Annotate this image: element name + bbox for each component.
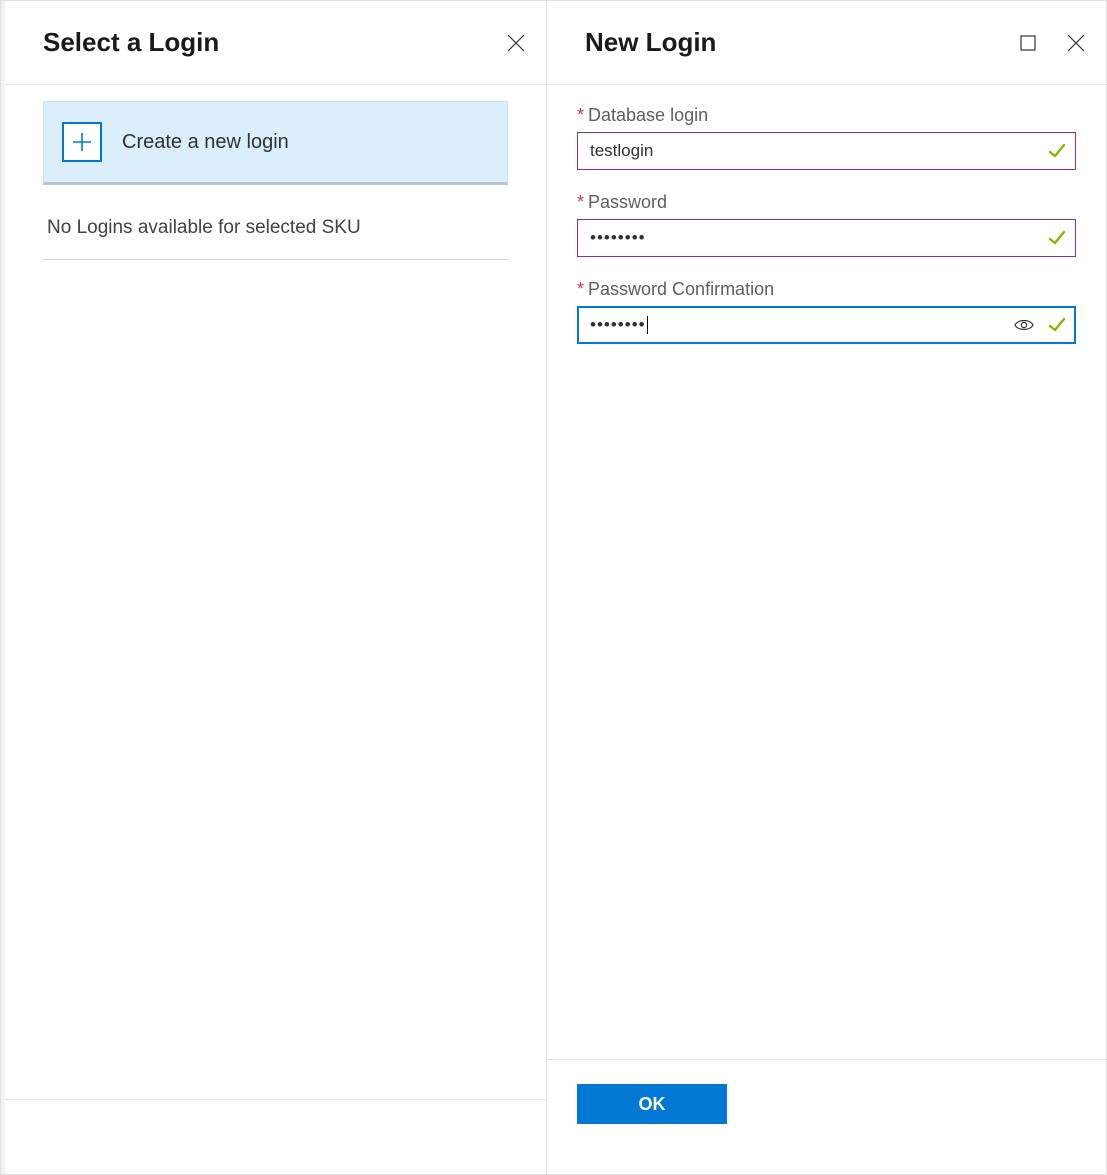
ok-button[interactable]: OK (577, 1084, 727, 1124)
password-label: *Password (577, 192, 1076, 213)
maximize-icon[interactable] (1008, 23, 1048, 63)
plus-icon (62, 122, 102, 162)
database-login-input[interactable] (577, 132, 1076, 170)
checkmark-icon (1048, 229, 1066, 247)
database-login-label: *Database login (577, 105, 1076, 126)
checkmark-icon (1048, 142, 1066, 160)
text-cursor (647, 316, 648, 334)
required-star-icon: * (577, 105, 584, 125)
checkmark-icon (1048, 316, 1066, 334)
close-icon[interactable] (1056, 23, 1096, 63)
required-star-icon: * (577, 192, 584, 212)
select-login-footer (5, 1099, 546, 1174)
password-confirmation-input[interactable]: •••••••• (577, 306, 1076, 344)
required-star-icon: * (577, 279, 584, 299)
select-login-header: Select a Login (5, 1, 546, 85)
password-confirmation-label: *Password Confirmation (577, 279, 1076, 300)
eye-icon[interactable] (1014, 318, 1034, 332)
new-login-panel: New Login *Database login (546, 1, 1106, 1174)
no-logins-message: No Logins available for selected SKU (43, 195, 508, 260)
create-new-login-label: Create a new login (122, 131, 289, 154)
new-login-footer: OK (547, 1059, 1106, 1174)
select-login-title: Select a Login (43, 27, 219, 58)
password-field-group: *Password (577, 192, 1076, 257)
select-login-panel: Select a Login Create a new login No Log… (1, 1, 546, 1174)
password-confirmation-field-group: *Password Confirmation •••••••• (577, 279, 1076, 344)
password-input[interactable] (577, 219, 1076, 257)
close-icon[interactable] (496, 23, 536, 63)
new-login-header: New Login (547, 1, 1106, 85)
database-login-field-group: *Database login (577, 105, 1076, 170)
new-login-title: New Login (585, 27, 716, 58)
create-new-login-card[interactable]: Create a new login (43, 101, 508, 185)
